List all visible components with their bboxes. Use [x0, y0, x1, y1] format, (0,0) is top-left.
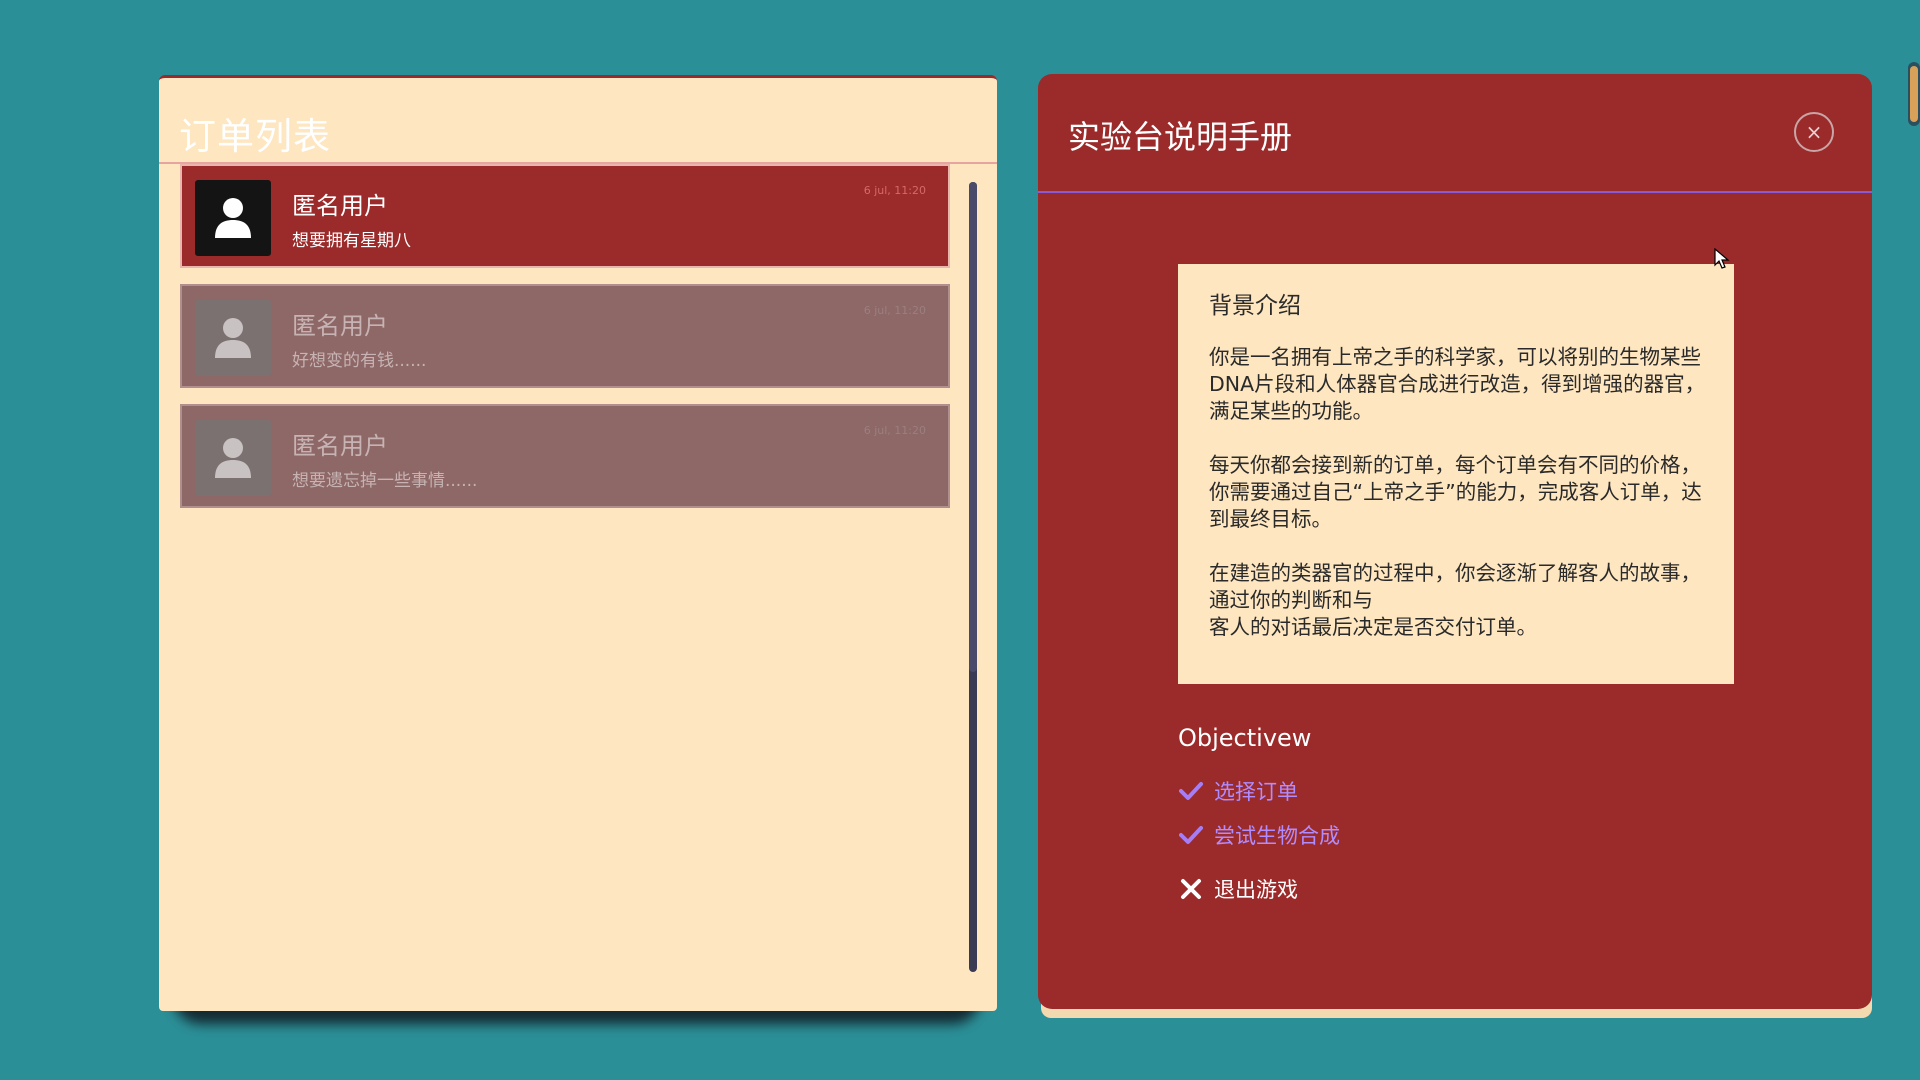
order-item[interactable]: 匿名用户 想要遗忘掉一些事情...... 6 jul, 11:20 [180, 404, 950, 508]
cross-icon [1178, 876, 1204, 902]
manual-panel: 实验台说明手册 × 背景介绍 你是一名拥有上帝之手的科学家，可以将别的生物某些D… [1038, 74, 1872, 1009]
manual-divider [1038, 191, 1872, 193]
intro-paragraph: 每天你都会接到新的订单，每个订单会有不同的价格，你需要通过自己“上帝之手”的能力… [1209, 453, 1702, 531]
intro-paragraph: 在建造的类器官的过程中，你会逐渐了解客人的故事，通过你的判断和与 客人的对话最后… [1209, 561, 1701, 639]
order-timestamp: 6 jul, 11:20 [863, 184, 926, 197]
close-icon: × [1805, 120, 1823, 144]
order-timestamp: 6 jul, 11:20 [863, 304, 926, 317]
orders-panel: 订单列表 匿名用户 想要拥有星期八 6 jul, 11:20 匿名用户 好想变的 [159, 75, 997, 1011]
intro-paragraph: 你是一名拥有上帝之手的科学家，可以将别的生物某些DNA片段和人体器官合成进行改造… [1209, 345, 1706, 423]
checkmark-icon [1178, 778, 1204, 804]
page-scrollbar-thumb[interactable] [1910, 66, 1918, 122]
objective-label: 退出游戏 [1214, 878, 1298, 902]
objective-label: 选择订单 [1214, 780, 1298, 804]
objective-try-synthesis[interactable]: 尝试生物合成 [1178, 820, 1340, 850]
checkmark-icon [1178, 822, 1204, 848]
intro-heading: 背景介绍 [1209, 293, 1301, 319]
objective-label: 尝试生物合成 [1214, 824, 1340, 848]
order-customer-name: 匿名用户 [292, 192, 388, 220]
order-item[interactable]: 匿名用户 想要拥有星期八 6 jul, 11:20 [180, 164, 950, 268]
objective-select-order[interactable]: 选择订单 [1178, 776, 1298, 806]
orders-title: 订单列表 [179, 115, 331, 158]
intro-card: 背景介绍 你是一名拥有上帝之手的科学家，可以将别的生物某些DNA片段和人体器官合… [1178, 264, 1734, 684]
order-item[interactable]: 匿名用户 好想变的有钱...... 6 jul, 11:20 [180, 284, 950, 388]
manual-title: 实验台说明手册 [1068, 118, 1293, 156]
mouse-cursor-icon [1714, 248, 1730, 269]
game-screen: 订单列表 匿名用户 想要拥有星期八 6 jul, 11:20 匿名用户 好想变的 [0, 0, 1920, 1080]
close-button[interactable]: × [1794, 112, 1834, 152]
order-customer-name: 匿名用户 [292, 312, 388, 340]
order-timestamp: 6 jul, 11:20 [863, 424, 926, 437]
exit-game-button[interactable]: 退出游戏 [1178, 874, 1298, 904]
order-message: 想要拥有星期八 [292, 231, 411, 251]
user-avatar-icon [195, 180, 271, 256]
order-message: 想要遗忘掉一些事情...... [292, 471, 478, 491]
order-customer-name: 匿名用户 [292, 432, 388, 460]
order-message: 好想变的有钱...... [292, 351, 427, 371]
orders-scrollbar-thumb[interactable] [969, 182, 977, 672]
user-avatar-icon [195, 300, 271, 376]
orders-scrollbar[interactable] [969, 182, 977, 972]
objectives-heading: Objectivew [1178, 724, 1312, 752]
user-avatar-icon [195, 420, 271, 496]
